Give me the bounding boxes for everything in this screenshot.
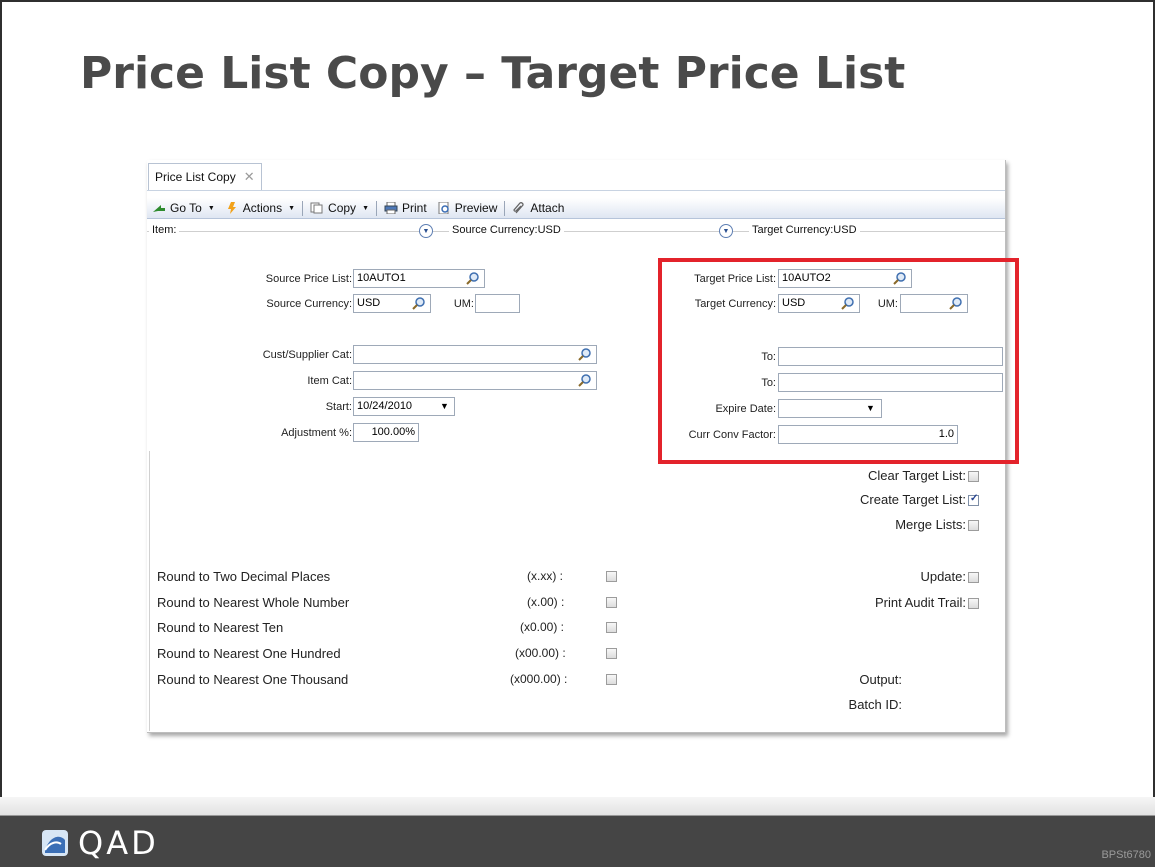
copy-menu-button[interactable]: Copy ▼ [305,201,374,215]
round-format-label: (x.00) : [527,595,565,609]
lightning-icon [227,202,236,214]
round-hundred-label: Round to Nearest One Hundred [157,646,341,661]
actions-menu-button[interactable]: Actions ▼ [220,201,300,215]
round-two-decimal-checkbox[interactable] [606,571,617,582]
preview-icon [438,202,449,214]
panel-edge [149,451,150,731]
copy-icon [310,202,323,214]
merge-lists-checkbox[interactable] [968,520,979,531]
clear-target-list-checkbox[interactable] [968,471,979,482]
merge-lists-label: Merge Lists: [895,517,966,532]
batch-id-label: Batch ID: [848,697,902,712]
toolbar-divider [376,200,377,216]
printer-icon [384,202,398,214]
filter-divider [147,231,1005,232]
attach-button[interactable]: Attach [507,201,569,215]
round-hundred-checkbox[interactable] [606,648,617,659]
qad-logo-icon [42,830,68,856]
source-um-label: UM: [453,298,474,310]
adjustment-label: Adjustment %: [281,427,352,439]
output-label: Output: [859,672,902,687]
chevron-down-icon: ▼ [288,204,296,212]
filter-bar: Item: ▼ Source Currency:USD ▼ Target Cur… [147,222,1005,240]
toolbar-divider [302,200,304,216]
round-ten-checkbox[interactable] [606,622,617,633]
target-currency-summary: Target Currency:USD [749,224,860,236]
qad-logo-text: QAD [78,824,159,862]
source-currency-summary: Source Currency:USD [449,224,564,236]
start-label: Start: [325,401,352,413]
print-button[interactable]: Print [379,201,432,215]
clear-target-list-label: Clear Target List: [867,468,966,483]
copy-label: Copy [328,201,357,215]
tab-price-list-copy[interactable]: Price List Copy ✕ [148,163,262,190]
item-cat-label: Item Cat: [307,375,352,387]
preview-label: Preview [454,201,498,215]
update-label: Update: [920,569,966,584]
preview-button[interactable]: Preview [432,201,503,215]
close-icon[interactable]: ✕ [244,169,255,185]
footer-bar [0,816,1155,867]
expand-icon[interactable]: ▼ [419,224,433,238]
source-um-input[interactable] [475,294,520,313]
chevron-down-icon: ▼ [362,204,369,212]
attach-label: Attach [530,201,565,215]
tab-label: Price List Copy [155,170,236,184]
actions-label: Actions [242,201,283,215]
chevron-down-icon: ▼ [207,204,215,212]
round-thousand-checkbox[interactable] [606,674,617,685]
chevron-down-icon[interactable]: ▼ [440,401,449,411]
source-currency-label: Source Currency: [266,298,352,310]
search-icon[interactable] [466,271,480,285]
qad-logo: QAD [42,827,159,859]
expand-icon[interactable]: ▼ [719,224,733,238]
round-thousand-label: Round to Nearest One Thousand [157,672,349,687]
tab-strip: Price List Copy ✕ [147,160,1005,191]
cust-supplier-cat-label: Cust/Supplier Cat: [262,349,352,361]
search-icon[interactable] [578,347,592,361]
paperclip-icon [513,202,525,214]
print-audit-trail-label: Print Audit Trail: [874,595,966,610]
slide-title: Price List Copy – Target Price List [80,48,906,99]
slide-code: BPSt6780 [1101,849,1151,861]
toolbar-divider [504,200,506,216]
search-icon[interactable] [578,373,592,387]
goto-arrow-icon [153,205,165,212]
create-target-list-checkbox[interactable] [968,493,979,506]
update-checkbox[interactable] [968,572,979,583]
toolbar: Go To ▼ Actions ▼ Copy ▼ Print Preview Atta… [147,198,1005,219]
round-ten-label: Round to Nearest Ten [157,620,284,635]
highlight-box [658,258,1019,464]
adjustment-input[interactable]: 100.00% [353,423,419,442]
round-whole-number-label: Round to Nearest Whole Number [157,595,350,610]
create-target-list-label: Create Target List: [860,492,966,507]
round-format-label: (x00.00) : [515,646,566,660]
cust-supplier-cat-input[interactable] [353,345,597,364]
print-label: Print [402,201,427,215]
print-audit-trail-checkbox[interactable] [968,598,979,609]
search-icon[interactable] [412,296,426,310]
source-price-list-label: Source Price List: [265,273,352,285]
item-filter-label: Item: [149,224,180,236]
round-two-decimal-label: Round to Two Decimal Places [157,569,331,584]
goto-label: Go To [170,201,202,215]
round-format-label: (x0.00) : [520,620,565,634]
round-format-label: (x000.00) : [510,672,568,686]
item-cat-input[interactable] [353,371,597,390]
round-whole-number-checkbox[interactable] [606,597,617,608]
goto-menu-button[interactable]: Go To ▼ [147,201,220,215]
round-format-label: (x.xx) : [527,569,563,583]
